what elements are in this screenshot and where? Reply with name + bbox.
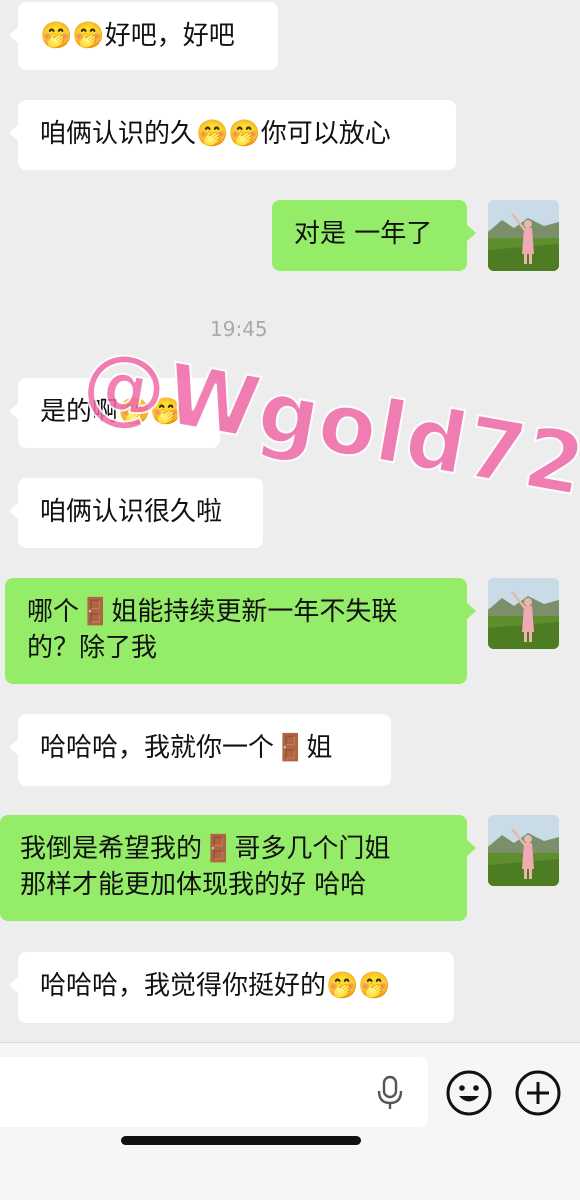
message-text: 是的啊🤭🤭: [40, 397, 183, 427]
plus-circle-icon[interactable]: [514, 1069, 562, 1117]
message-text-line: 的？除了我: [27, 633, 158, 663]
message-input[interactable]: [0, 1057, 428, 1127]
message-bubble-outgoing[interactable]: 我倒是希望我的🚪哥多几个门姐 那样才能更加体现我的好 哈哈: [0, 815, 476, 921]
chat-screen: 🤭🤭好吧，好吧 咱俩认识的久🤭🤭你可以放心 对是 一年了 19:45 是的啊🤭🤭…: [0, 0, 580, 1200]
avatar-image: [488, 200, 559, 271]
message-bubble-incoming[interactable]: 哈哈哈，我就你一个🚪姐: [9, 714, 391, 786]
message-bubble-outgoing[interactable]: 对是 一年了: [272, 200, 476, 271]
message-bubble-incoming[interactable]: 哈哈哈，我觉得你挺好的🤭🤭: [9, 952, 454, 1023]
message-text-line: 哪个🚪姐能持续更新一年不失联: [27, 597, 398, 627]
chat-timestamp: 19:45: [210, 317, 268, 341]
message-bubble-outgoing[interactable]: 哪个🚪姐能持续更新一年不失联 的？除了我: [5, 578, 476, 684]
avatar-image: [488, 815, 559, 886]
chat-input-bar: [0, 1042, 580, 1200]
message-text: 咱俩认识的久🤭🤭你可以放心: [40, 119, 391, 149]
user-avatar[interactable]: [488, 578, 559, 649]
home-indicator[interactable]: [121, 1136, 361, 1145]
message-bubble-incoming[interactable]: 咱俩认识很久啦: [9, 478, 263, 548]
message-text-line: 那样才能更加体现我的好 哈哈: [20, 870, 367, 900]
message-bubble-incoming[interactable]: 咱俩认识的久🤭🤭你可以放心: [9, 100, 456, 170]
avatar-image: [488, 578, 559, 649]
message-text: 哈哈哈，我觉得你挺好的🤭🤭: [40, 971, 391, 1001]
smiley-face-icon[interactable]: [445, 1069, 493, 1117]
message-bubble-incoming[interactable]: 是的啊🤭🤭: [9, 378, 220, 448]
message-text: 哈哈哈，我就你一个🚪姐: [40, 733, 333, 763]
user-avatar[interactable]: [488, 200, 559, 271]
message-text: 咱俩认识很久啦: [40, 497, 223, 527]
message-bubble-incoming[interactable]: 🤭🤭好吧，好吧: [9, 2, 278, 70]
microphone-icon[interactable]: [373, 1075, 407, 1111]
message-text-line: 我倒是希望我的🚪哥多几个门姐: [20, 834, 391, 864]
user-avatar[interactable]: [488, 815, 559, 886]
message-text: 对是 一年了: [294, 219, 433, 249]
message-text: 🤭🤭好吧，好吧: [40, 21, 235, 51]
